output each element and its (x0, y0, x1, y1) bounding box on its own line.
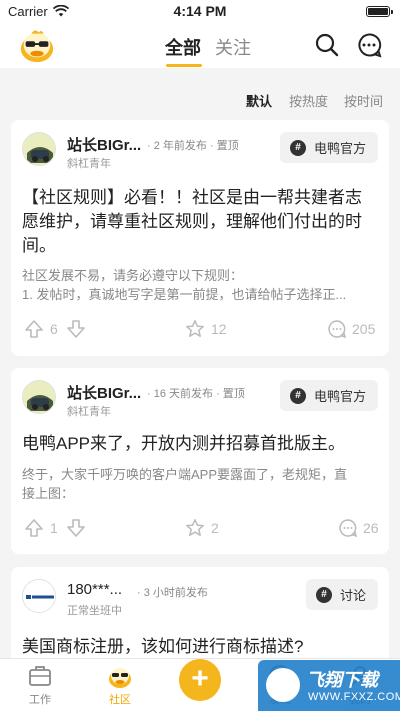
duck-icon (109, 668, 131, 688)
watermark-url: WWW.FXXZ.COM (308, 691, 400, 703)
hash-icon: # (315, 586, 332, 603)
vote-group: 1 (24, 518, 86, 538)
sort-default[interactable]: 默认 (246, 91, 272, 110)
battery-icon (366, 6, 393, 17)
post-actions: 1 2 26 (11, 518, 389, 542)
top-header: 全部 关注 (0, 22, 400, 68)
upvote-count: 6 (50, 321, 58, 337)
upvote-icon[interactable] (24, 518, 44, 538)
favorite-group[interactable]: 12 (185, 319, 227, 339)
star-count: 2 (211, 520, 219, 536)
plus-icon[interactable]: + (179, 659, 221, 701)
author-name[interactable]: 站长BIGr... (67, 382, 141, 403)
upvote-icon[interactable] (24, 319, 44, 339)
category-tag[interactable]: # 讨论 (305, 579, 378, 610)
comment-icon[interactable] (338, 518, 358, 538)
sort-bar: 默认 按热度 按时间 (0, 80, 400, 116)
tag-label: 讨论 (339, 588, 366, 603)
tab-label: 工作 (29, 694, 51, 706)
author-subtitle: 斜杠青年 (67, 158, 111, 170)
post-card[interactable]: 站长BIGr... · 16 天前发布 · 置顶 斜杠青年 # 电鸭官方 电鸭A… (11, 368, 389, 554)
post-card[interactable]: 站长BIGr... · 2 年前发布 · 置顶 斜杠青年 # 电鸭官方 【社区规… (11, 120, 389, 356)
comment-group[interactable]: 26 (338, 518, 379, 538)
watermark-title: 飞翔下载 (306, 670, 378, 690)
author-name[interactable]: 站长BIGr... (67, 134, 141, 155)
message-icon[interactable] (356, 32, 382, 58)
comment-group[interactable]: 205 (327, 319, 375, 339)
post-meta: · 2 年前发布 · 置顶 (147, 140, 239, 152)
status-bar: Carrier 4:14 PM (0, 0, 400, 22)
create-post-button[interactable]: + (171, 647, 229, 701)
active-tab-indicator (166, 64, 202, 67)
favorite-group[interactable]: 2 (185, 518, 219, 538)
hash-icon: # (289, 139, 306, 156)
comment-icon[interactable] (327, 319, 347, 339)
star-count: 12 (211, 321, 227, 337)
briefcase-icon (29, 666, 51, 686)
author-name[interactable]: 180***... (67, 581, 122, 598)
hash-icon: # (289, 387, 306, 404)
post-title[interactable]: 【社区规则】必看！！社区是由一帮共建者志愿维护，请尊重社区规则，理解他们付出的时… (22, 186, 378, 258)
vote-group: 6 (24, 319, 86, 339)
search-icon[interactable] (314, 32, 340, 58)
post-title[interactable]: 电鸭APP来了，开放内测并招募首批版主。 (22, 432, 378, 456)
tag-label: 电鸭官方 (313, 141, 366, 156)
comment-count: 205 (352, 321, 376, 337)
sort-by-time[interactable]: 按时间 (344, 91, 383, 110)
sort-by-popularity[interactable]: 按热度 (289, 91, 328, 110)
watermark-overlay: 飞翔下载 WWW.FXXZ.COM (258, 660, 400, 711)
post-meta: · 16 天前发布 · 置顶 (147, 388, 245, 400)
avatar[interactable] (22, 132, 56, 166)
star-icon[interactable] (185, 319, 205, 339)
tab-follow[interactable]: 关注 (215, 34, 251, 60)
duck-logo-icon[interactable] (18, 26, 56, 64)
star-icon[interactable] (185, 518, 205, 538)
tab-community[interactable]: 社区 (90, 663, 150, 707)
author-subtitle: 斜杠青年 (67, 406, 111, 418)
category-tag[interactable]: # 电鸭官方 (279, 132, 378, 163)
avatar[interactable] (22, 579, 56, 613)
tab-all[interactable]: 全部 (165, 34, 201, 60)
post-excerpt: 终于，大家千呼万唤的客户端APP要露面了，老规矩，直 接上图： (22, 467, 348, 501)
tab-work[interactable]: 工作 (10, 663, 70, 707)
downvote-icon[interactable] (66, 518, 86, 538)
tag-label: 电鸭官方 (313, 389, 366, 404)
category-tag[interactable]: # 电鸭官方 (279, 380, 378, 411)
tab-label: 社区 (109, 694, 131, 706)
author-subtitle: 正常坐班中 (67, 605, 122, 617)
downvote-icon[interactable] (66, 319, 86, 339)
post-meta: · 3 小时前发布 (137, 587, 208, 599)
post-excerpt: 社区发展不易，请务必遵守以下规则： 1. 发帖时，真诚地写字是第一前提，也请给帖… (22, 268, 347, 302)
post-actions: 6 12 205 (11, 319, 389, 343)
upvote-count: 1 (50, 520, 58, 536)
comment-count: 26 (363, 520, 379, 536)
status-time: 4:14 PM (173, 3, 227, 19)
avatar[interactable] (22, 380, 56, 414)
watermark-logo-icon (266, 668, 300, 702)
